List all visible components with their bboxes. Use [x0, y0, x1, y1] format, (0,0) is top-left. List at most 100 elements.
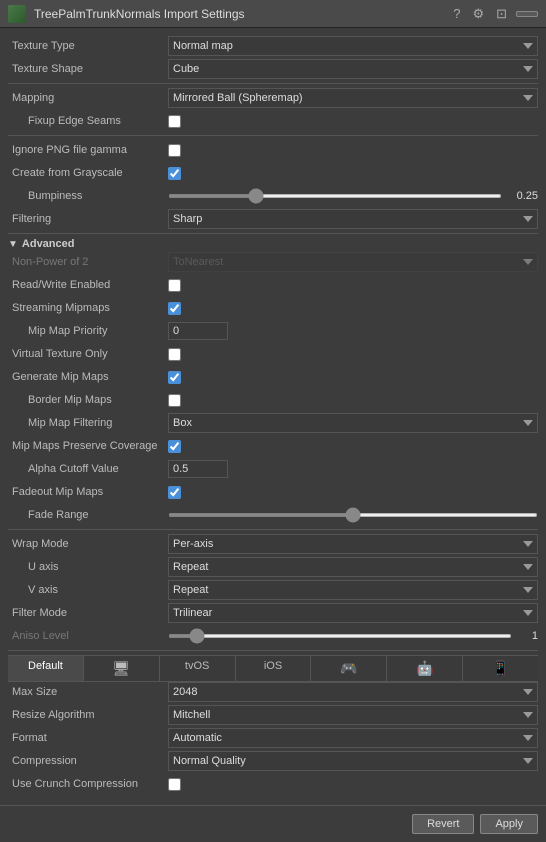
apply-button[interactable]: Apply: [480, 814, 538, 834]
border-mip-maps-checkbox[interactable]: [168, 394, 181, 407]
tab-monitor[interactable]: 🖥: [84, 656, 160, 681]
advanced-triangle: ▼: [8, 239, 18, 250]
u-axis-select[interactable]: Repeat: [168, 557, 538, 577]
max-size-select[interactable]: 2048: [168, 682, 538, 702]
dock-icon[interactable]: ⊡: [493, 5, 510, 23]
texture-type-select[interactable]: Normal map: [168, 36, 538, 56]
ignore-png-gamma-row: Ignore PNG file gamma: [8, 140, 538, 160]
help-icon[interactable]: ?: [450, 5, 463, 22]
settings-icon[interactable]: ⚙: [469, 5, 487, 23]
non-power-of-2-value-area: ToNearest: [168, 252, 538, 272]
bumpiness-slider[interactable]: [168, 194, 502, 198]
mapping-select[interactable]: Mirrored Ball (Spheremap): [168, 88, 538, 108]
streaming-mipmaps-row: Streaming Mipmaps: [8, 298, 538, 318]
revert-button[interactable]: Revert: [412, 814, 474, 834]
title-bar-right: ? ⚙ ⊡: [450, 5, 538, 23]
ignore-png-gamma-checkbox[interactable]: [168, 144, 181, 157]
tab-tvos-label: tvOS: [185, 660, 209, 672]
compression-value-area: Normal Quality: [168, 751, 538, 771]
border-mip-maps-row: Border Mip Maps: [8, 390, 538, 410]
aniso-level-value: 1: [518, 630, 538, 642]
aniso-level-slider[interactable]: [168, 634, 512, 638]
u-axis-row: U axis Repeat: [8, 557, 538, 577]
app-icon: [8, 5, 26, 23]
platform-tabs: Default 🖥 tvOS iOS 🎮 🤖 📱: [8, 655, 538, 682]
max-size-value-area: 2048: [168, 682, 538, 702]
wrap-mode-select[interactable]: Per-axis: [168, 534, 538, 554]
open-button[interactable]: [516, 11, 538, 17]
virtual-texture-label: Virtual Texture Only: [8, 348, 168, 360]
tab-ios[interactable]: iOS: [236, 656, 312, 681]
tab-default[interactable]: Default: [8, 656, 84, 681]
tab-web[interactable]: 📱: [463, 656, 538, 681]
non-power-of-2-row: Non-Power of 2 ToNearest: [8, 252, 538, 272]
alpha-cutoff-input[interactable]: [168, 460, 228, 478]
bumpiness-label: Bumpiness: [8, 190, 168, 202]
mip-maps-preserve-checkbox[interactable]: [168, 440, 181, 453]
resize-algo-row: Resize Algorithm Mitchell: [8, 705, 538, 725]
ignore-png-gamma-label: Ignore PNG file gamma: [8, 144, 168, 156]
create-from-grayscale-checkbox[interactable]: [168, 167, 181, 180]
crunch-compression-row: Use Crunch Compression: [8, 774, 538, 794]
mip-map-priority-input[interactable]: [168, 322, 228, 340]
crunch-compression-checkbox[interactable]: [168, 778, 181, 791]
create-from-grayscale-row: Create from Grayscale: [8, 163, 538, 183]
virtual-texture-checkbox[interactable]: [168, 348, 181, 361]
v-axis-value-area: Repeat: [168, 580, 538, 600]
generate-mip-maps-checkbox[interactable]: [168, 371, 181, 384]
resize-algo-select[interactable]: Mitchell: [168, 705, 538, 725]
format-select[interactable]: Automatic: [168, 728, 538, 748]
content-area: Texture Type Normal map Texture Shape Cu…: [0, 28, 546, 805]
gamepad-icon: 🎮: [340, 660, 357, 676]
format-row: Format Automatic: [8, 728, 538, 748]
filter-mode-select[interactable]: Trilinear: [168, 603, 538, 623]
mip-maps-preserve-checkbox-wrap: [168, 440, 538, 453]
mip-map-filtering-select[interactable]: Box: [168, 413, 538, 433]
divider-2: [8, 135, 538, 136]
border-mip-maps-checkbox-wrap: [168, 394, 538, 407]
compression-row: Compression Normal Quality: [8, 751, 538, 771]
generate-mip-maps-label: Generate Mip Maps: [8, 371, 168, 383]
advanced-section-header[interactable]: ▼ Advanced: [8, 238, 538, 250]
read-write-checkbox[interactable]: [168, 279, 181, 292]
mapping-row: Mapping Mirrored Ball (Spheremap): [8, 88, 538, 108]
mip-map-priority-label: Mip Map Priority: [8, 325, 168, 337]
fade-range-slider[interactable]: [168, 513, 538, 517]
divider-1: [8, 83, 538, 84]
tab-gamepad[interactable]: 🎮: [311, 656, 387, 681]
tab-tvos[interactable]: tvOS: [160, 656, 236, 681]
window-title: TreePalmTrunkNormals Import Settings: [34, 7, 245, 21]
fade-range-label: Fade Range: [8, 509, 168, 521]
fixup-edge-seams-checkbox[interactable]: [168, 115, 181, 128]
mip-map-filtering-row: Mip Map Filtering Box: [8, 413, 538, 433]
bumpiness-value: 0.25: [508, 190, 538, 202]
texture-shape-select[interactable]: Cube: [168, 59, 538, 79]
streaming-mipmaps-checkbox-wrap: [168, 302, 538, 315]
advanced-label: Advanced: [22, 238, 75, 250]
divider-5: [8, 650, 538, 651]
filtering-select[interactable]: Sharp: [168, 209, 538, 229]
texture-shape-value-area: Cube: [168, 59, 538, 79]
fadeout-mip-maps-checkbox[interactable]: [168, 486, 181, 499]
crunch-compression-checkbox-wrap: [168, 778, 538, 791]
non-power-of-2-label: Non-Power of 2: [8, 256, 168, 268]
tab-android[interactable]: 🤖: [387, 656, 463, 681]
alpha-cutoff-value-area: [168, 460, 538, 478]
texture-type-row: Texture Type Normal map: [8, 36, 538, 56]
compression-select[interactable]: Normal Quality: [168, 751, 538, 771]
v-axis-select[interactable]: Repeat: [168, 580, 538, 600]
max-size-label: Max Size: [8, 686, 168, 698]
fadeout-mip-maps-label: Fadeout Mip Maps: [8, 486, 168, 498]
texture-type-label: Texture Type: [8, 40, 168, 52]
non-power-of-2-select[interactable]: ToNearest: [168, 252, 538, 272]
mapping-value-area: Mirrored Ball (Spheremap): [168, 88, 538, 108]
streaming-mipmaps-checkbox[interactable]: [168, 302, 181, 315]
resize-algo-label: Resize Algorithm: [8, 709, 168, 721]
v-axis-row: V axis Repeat: [8, 580, 538, 600]
monitor-icon: 🖥: [112, 660, 130, 676]
alpha-cutoff-row: Alpha Cutoff Value: [8, 459, 538, 479]
format-label: Format: [8, 732, 168, 744]
title-bar-left: TreePalmTrunkNormals Import Settings: [8, 5, 245, 23]
border-mip-maps-label: Border Mip Maps: [8, 394, 168, 406]
fade-range-row: Fade Range: [8, 505, 538, 525]
